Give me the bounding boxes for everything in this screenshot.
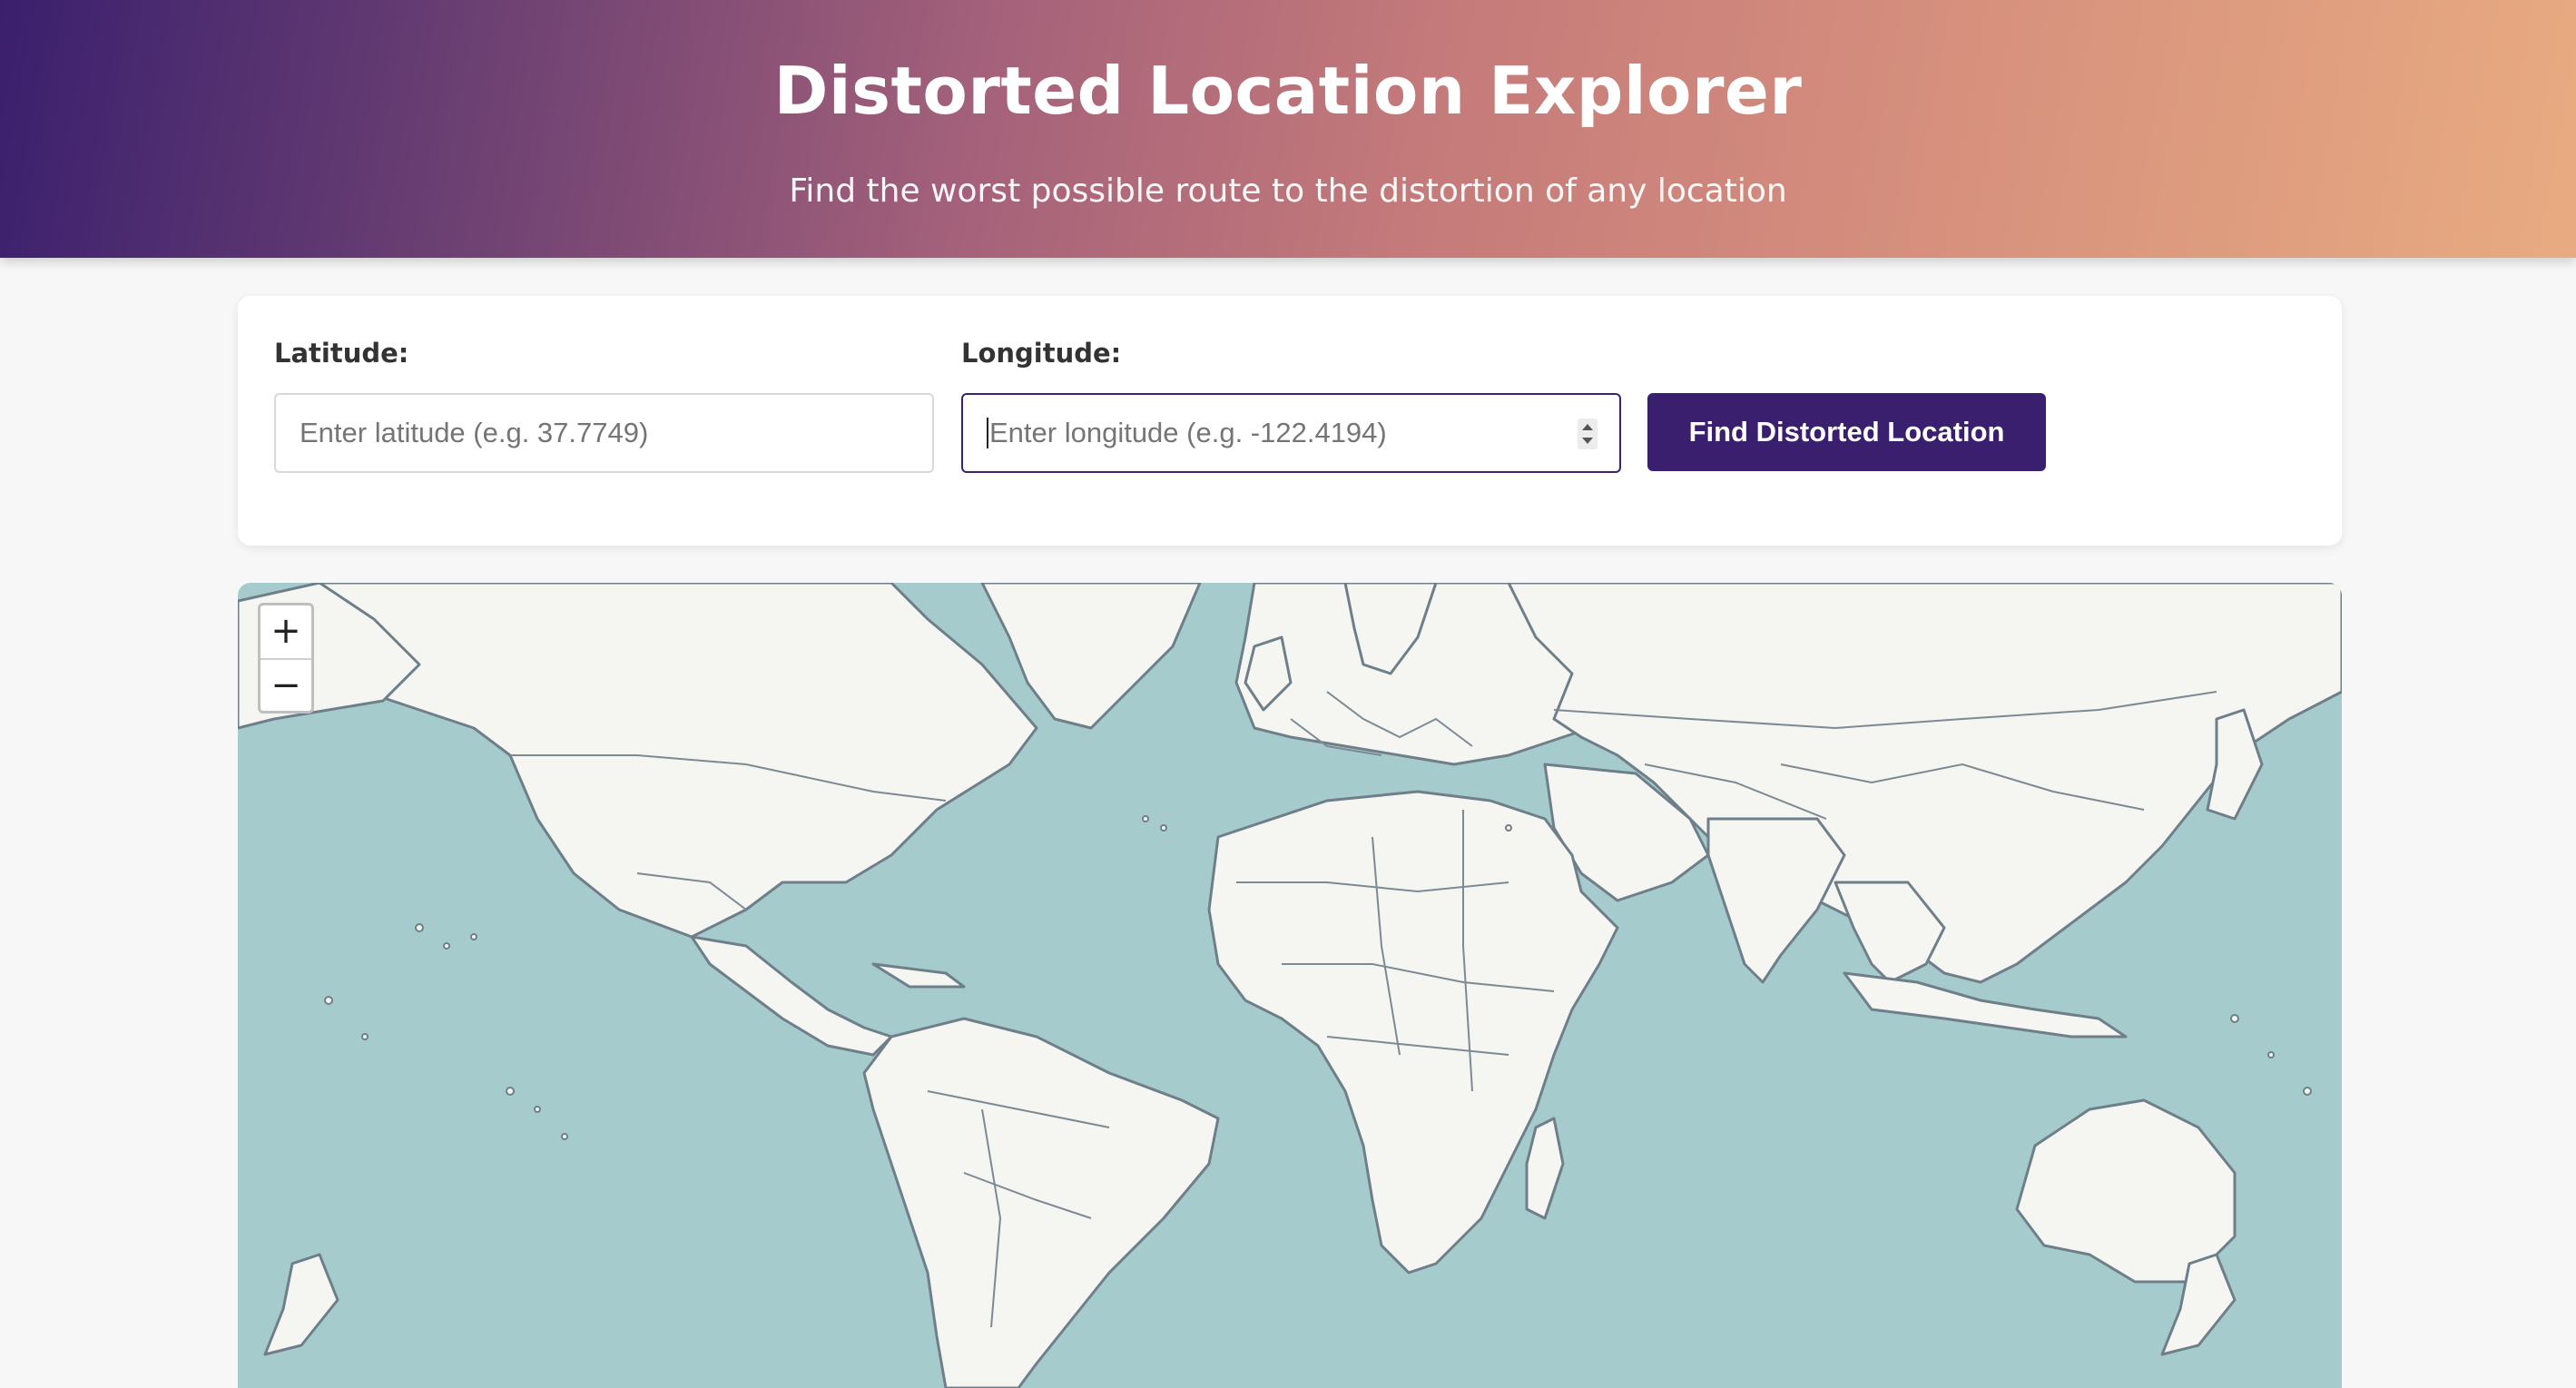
zoom-in-button[interactable]: +	[261, 605, 311, 660]
island-9	[2230, 1014, 2239, 1023]
island-5	[361, 1033, 369, 1040]
landmass-north-america	[318, 583, 1038, 939]
landmass-central-america	[690, 935, 893, 1057]
longitude-label: Longitude:	[961, 338, 1122, 369]
world-map[interactable]: + −	[238, 583, 2342, 1388]
landmass-madagascar	[1525, 1117, 1565, 1220]
longitude-input[interactable]: Enter longitude (e.g. -122.4194)	[961, 393, 1621, 473]
find-distorted-location-button[interactable]: Find Distorted Location	[1647, 393, 2046, 471]
landmass-south-america	[862, 1017, 1220, 1388]
map-tiles	[238, 583, 2342, 1388]
landmass-indonesia	[1843, 971, 2128, 1039]
page-subtitle: Find the worst possible route to the dis…	[789, 172, 1787, 210]
island-13	[1142, 815, 1149, 822]
island-4	[324, 996, 333, 1005]
spinner-down-icon[interactable]	[1582, 438, 1593, 444]
latitude-input[interactable]: Enter latitude (e.g. 37.7749)	[274, 393, 934, 473]
zoom-out-button[interactable]: −	[261, 660, 311, 713]
landmass-new-zealand-wrap	[263, 1253, 339, 1356]
landmass-africa	[1207, 790, 1619, 1275]
page-header: Distorted Location Explorer Find the wor…	[0, 0, 2576, 258]
island-8	[561, 1133, 568, 1140]
island-11	[2303, 1087, 2312, 1096]
island-1	[415, 923, 424, 932]
island-6	[506, 1087, 515, 1096]
latitude-label: Latitude:	[274, 338, 409, 369]
island-14	[1160, 824, 1167, 832]
text-caret	[987, 417, 988, 448]
landmass-cuba	[871, 962, 966, 989]
coordinates-form: Latitude: Enter latitude (e.g. 37.7749) …	[238, 296, 2342, 546]
longitude-placeholder: Enter longitude (e.g. -122.4194)	[989, 417, 1387, 448]
island-3	[470, 933, 477, 940]
latitude-placeholder: Enter latitude (e.g. 37.7749)	[300, 417, 649, 448]
spinner-up-icon[interactable]	[1582, 424, 1593, 430]
zoom-control: + −	[258, 603, 314, 714]
island-7	[534, 1106, 541, 1113]
island-12	[1505, 824, 1512, 832]
landmass-australia	[2015, 1098, 2237, 1284]
island-10	[2267, 1051, 2275, 1058]
island-2	[443, 942, 450, 950]
number-spinner[interactable]	[1578, 418, 1598, 449]
page-title: Distorted Location Explorer	[773, 53, 1803, 129]
